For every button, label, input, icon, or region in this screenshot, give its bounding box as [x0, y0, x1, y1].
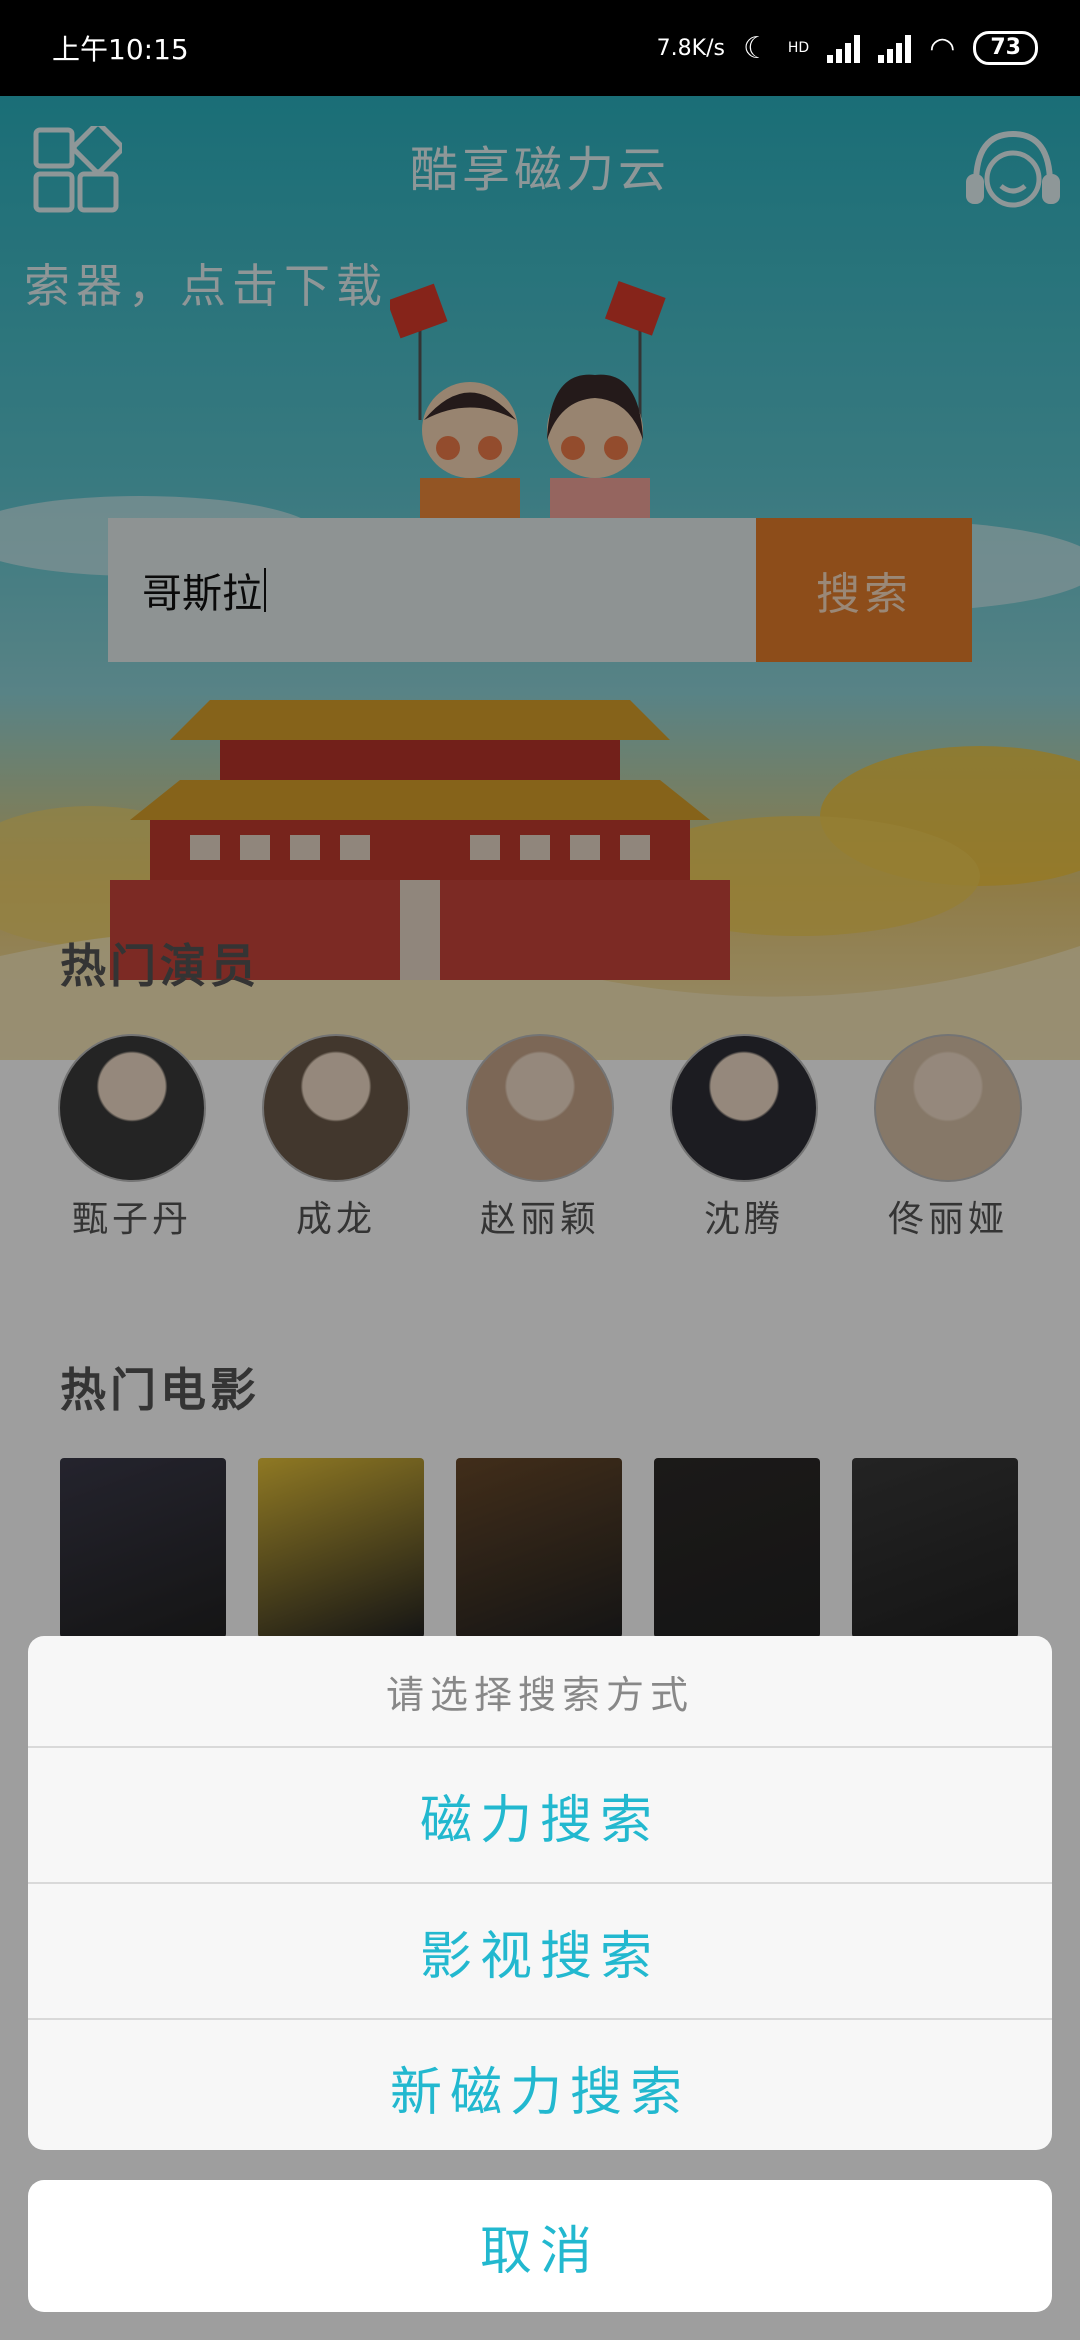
action-sheet: 请选择搜索方式 磁力搜索 影视搜索 新磁力搜索 [28, 1636, 1052, 2150]
option-magnet-search[interactable]: 磁力搜索 [28, 1748, 1052, 1884]
status-icons: 7.8K/s ☾ HD ◠ 73 [657, 31, 1038, 66]
signal-icon-2 [878, 33, 912, 63]
cancel-button[interactable]: 取消 [28, 2180, 1052, 2312]
signal-icon [827, 33, 861, 63]
net-speed: 7.8K/s [656, 35, 725, 61]
status-time: 上午10:15 [52, 33, 189, 66]
option-new-magnet-search[interactable]: 新磁力搜索 [28, 2020, 1052, 2150]
battery-indicator: 73 [973, 31, 1038, 65]
action-sheet-title: 请选择搜索方式 [28, 1636, 1052, 1748]
moon-icon: ☾ [742, 30, 770, 66]
hd-label: HD [787, 40, 810, 56]
wifi-icon: ◠ [929, 30, 956, 66]
option-video-search[interactable]: 影视搜索 [28, 1884, 1052, 2020]
status-bar: 上午10:15 7.8K/s ☾ HD ◠ 73 [0, 0, 1080, 96]
